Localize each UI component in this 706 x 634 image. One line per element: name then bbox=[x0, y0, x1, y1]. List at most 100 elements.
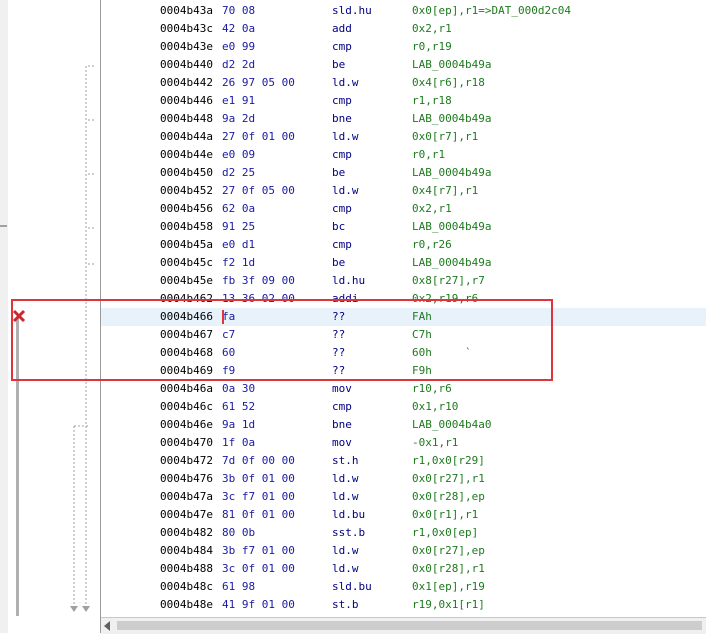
listing-row[interactable]: 0004b47a 3c f7 01 00 ld.w 0x0[r28],ep bbox=[101, 488, 706, 506]
address-cell: 0004b452 bbox=[160, 184, 213, 197]
bytes-cell: 81 0f 01 00 bbox=[222, 508, 295, 521]
address-cell: 0004b470 bbox=[160, 436, 213, 449]
mnemonic-cell: ld.hu bbox=[332, 274, 366, 287]
address-cell: 0004b44a bbox=[160, 130, 213, 143]
scrollbar-thumb[interactable] bbox=[117, 621, 702, 630]
address-cell: 0004b472 bbox=[160, 454, 213, 467]
mnemonic-cell: be bbox=[332, 58, 346, 71]
bytes-cell: e1 91 bbox=[222, 94, 256, 107]
address-cell: 0004b476 bbox=[160, 472, 213, 485]
listing-row[interactable]: 0004b48c 61 98 sld.bu 0x1[ep],r19 bbox=[101, 578, 706, 596]
mnemonic-cell: ld.bu bbox=[332, 508, 366, 521]
address-cell: 0004b45c bbox=[160, 256, 213, 269]
address-cell: 0004b45e bbox=[160, 274, 213, 287]
operands-cell: 0x2,r1 bbox=[412, 22, 452, 35]
mnemonic-cell: ld.w bbox=[332, 130, 359, 143]
bytes-cell: 3b 0f 01 00 bbox=[222, 472, 295, 485]
bytes-cell: 27 0f 01 00 bbox=[222, 130, 295, 143]
bytes-cell: e0 d1 bbox=[222, 238, 256, 251]
scroll-left-arrow-icon[interactable] bbox=[104, 621, 110, 631]
bytes-cell: fb 3f 09 00 bbox=[222, 274, 295, 287]
mnemonic-cell: be bbox=[332, 256, 346, 269]
operands-cell: 0x8[r27],r7 bbox=[412, 274, 485, 287]
bytes-cell: 41 9f 01 00 bbox=[222, 598, 295, 611]
listing-row[interactable]: 0004b46c 61 52 cmp 0x1,r10 bbox=[101, 398, 706, 416]
address-cell: 0004b45a bbox=[160, 238, 213, 251]
operands-cell: r10,r6 bbox=[412, 382, 452, 395]
address-cell: 0004b43e bbox=[160, 40, 213, 53]
operands-cell: 0x2,r1 bbox=[412, 202, 452, 215]
listing-row[interactable]: 0004b482 80 0b sst.b r1,0x0[ep] bbox=[101, 524, 706, 542]
address-cell: 0004b48e bbox=[160, 598, 213, 611]
operands-cell: r0,r19 bbox=[412, 40, 452, 53]
listing-row[interactable]: 0004b450 d2 25 be LAB_0004b49a bbox=[101, 164, 706, 182]
selection-annotation-box bbox=[11, 299, 553, 381]
bytes-cell: 1f 0a bbox=[222, 436, 256, 449]
listing-row[interactable]: 0004b44e e0 09 cmp r0,r1 bbox=[101, 146, 706, 164]
bytes-cell: d2 25 bbox=[222, 166, 256, 179]
bytes-cell: 61 52 bbox=[222, 400, 256, 413]
listing-row[interactable]: 0004b43a 70 08 sld.hu 0x0[ep],r1=>DAT_000d2… bbox=[101, 2, 706, 20]
address-cell: 0004b450 bbox=[160, 166, 213, 179]
operands-cell: 0x0[r28],r1 bbox=[412, 562, 485, 575]
listing-row[interactable]: 0004b456 62 0a cmp 0x2,r1 bbox=[101, 200, 706, 218]
mnemonic-cell: cmp bbox=[332, 148, 352, 161]
mnemonic-cell: cmp bbox=[332, 94, 352, 107]
address-cell: 0004b456 bbox=[160, 202, 213, 215]
mnemonic-cell: add bbox=[332, 22, 352, 35]
listing-row[interactable]: 0004b43c 42 0a add 0x2,r1 bbox=[101, 20, 706, 38]
bytes-cell: 3c f7 01 00 bbox=[222, 490, 295, 503]
listing-row[interactable]: 0004b46a 0a 30 mov r10,r6 bbox=[101, 380, 706, 398]
bytes-cell: 7d 0f 00 00 bbox=[222, 454, 295, 467]
listing-row[interactable]: 0004b45e fb 3f 09 00 ld.hu 0x8[r27],r7 bbox=[101, 272, 706, 290]
address-cell: 0004b440 bbox=[160, 58, 213, 71]
operands-cell: LAB_0004b49a bbox=[412, 256, 492, 269]
mnemonic-cell: bne bbox=[332, 112, 352, 125]
bytes-cell: 9a 1d bbox=[222, 418, 256, 431]
panel-divider-mark bbox=[0, 225, 7, 227]
bytes-cell: 26 97 05 00 bbox=[222, 76, 295, 89]
listing-row[interactable]: 0004b484 3b f7 01 00 ld.w 0x0[r27],ep bbox=[101, 542, 706, 560]
listing-row[interactable]: 0004b45c f2 1d be LAB_0004b49a bbox=[101, 254, 706, 272]
listing-row[interactable]: 0004b46e 9a 1d bne LAB_0004b4a0 bbox=[101, 416, 706, 434]
listing-row[interactable]: 0004b45a e0 d1 cmp r0,r26 bbox=[101, 236, 706, 254]
mnemonic-cell: ld.w bbox=[332, 562, 359, 575]
mnemonic-cell: cmp bbox=[332, 238, 352, 251]
operands-cell: 0x0[ep],r1=>DAT_000d2c04 bbox=[412, 4, 571, 17]
listing-row[interactable]: 0004b440 d2 2d be LAB_0004b49a bbox=[101, 56, 706, 74]
listing-row[interactable]: 0004b48e 41 9f 01 00 st.b r19,0x1[r1] bbox=[101, 596, 706, 614]
mnemonic-cell: cmp bbox=[332, 202, 352, 215]
listing-row[interactable]: 0004b448 9a 2d bne LAB_0004b49a bbox=[101, 110, 706, 128]
operands-cell: 0x1[ep],r19 bbox=[412, 580, 485, 593]
operands-cell: LAB_0004b49a bbox=[412, 166, 492, 179]
listing-row[interactable]: 0004b488 3c 0f 01 00 ld.w 0x0[r28],r1 bbox=[101, 560, 706, 578]
mnemonic-cell: sst.b bbox=[332, 526, 366, 539]
listing-row[interactable]: 0004b470 1f 0a mov -0x1,r1 bbox=[101, 434, 706, 452]
listing-row[interactable]: 0004b43e e0 99 cmp r0,r19 bbox=[101, 38, 706, 56]
listing-row[interactable]: 0004b472 7d 0f 00 00 st.h r1,0x0[r29] bbox=[101, 452, 706, 470]
listing-row[interactable]: 0004b47e 81 0f 01 00 ld.bu 0x0[r1],r1 bbox=[101, 506, 706, 524]
listing-row[interactable]: 0004b458 91 25 bc LAB_0004b49a bbox=[101, 218, 706, 236]
bytes-cell: 61 98 bbox=[222, 580, 256, 593]
operands-cell: 0x0[r7],r1 bbox=[412, 130, 479, 143]
listing-row[interactable]: 0004b442 26 97 05 00 ld.w 0x4[r6],r18 bbox=[101, 74, 706, 92]
mnemonic-cell: be bbox=[332, 166, 346, 179]
mnemonic-cell: sld.hu bbox=[332, 4, 372, 17]
address-cell: 0004b448 bbox=[160, 112, 213, 125]
mnemonic-cell: sld.bu bbox=[332, 580, 372, 593]
mnemonic-cell: ld.w bbox=[332, 490, 359, 503]
mnemonic-cell: cmp bbox=[332, 40, 352, 53]
bytes-cell: 91 25 bbox=[222, 220, 256, 233]
operands-cell: r1,0x0[ep] bbox=[412, 526, 479, 539]
address-cell: 0004b46a bbox=[160, 382, 213, 395]
listing-row[interactable]: 0004b446 e1 91 cmp r1,r18 bbox=[101, 92, 706, 110]
mnemonic-cell: st.b bbox=[332, 598, 359, 611]
bytes-cell: d2 2d bbox=[222, 58, 256, 71]
mnemonic-cell: ld.w bbox=[332, 472, 359, 485]
listing-row[interactable]: 0004b44a 27 0f 01 00 ld.w 0x0[r7],r1 bbox=[101, 128, 706, 146]
listing-row[interactable]: 0004b476 3b 0f 01 00 ld.w 0x0[r27],r1 bbox=[101, 470, 706, 488]
horizontal-scrollbar[interactable] bbox=[101, 617, 706, 634]
operands-cell: 0x0[r27],r1 bbox=[412, 472, 485, 485]
address-cell: 0004b482 bbox=[160, 526, 213, 539]
listing-row[interactable]: 0004b452 27 0f 05 00 ld.w 0x4[r7],r1 bbox=[101, 182, 706, 200]
